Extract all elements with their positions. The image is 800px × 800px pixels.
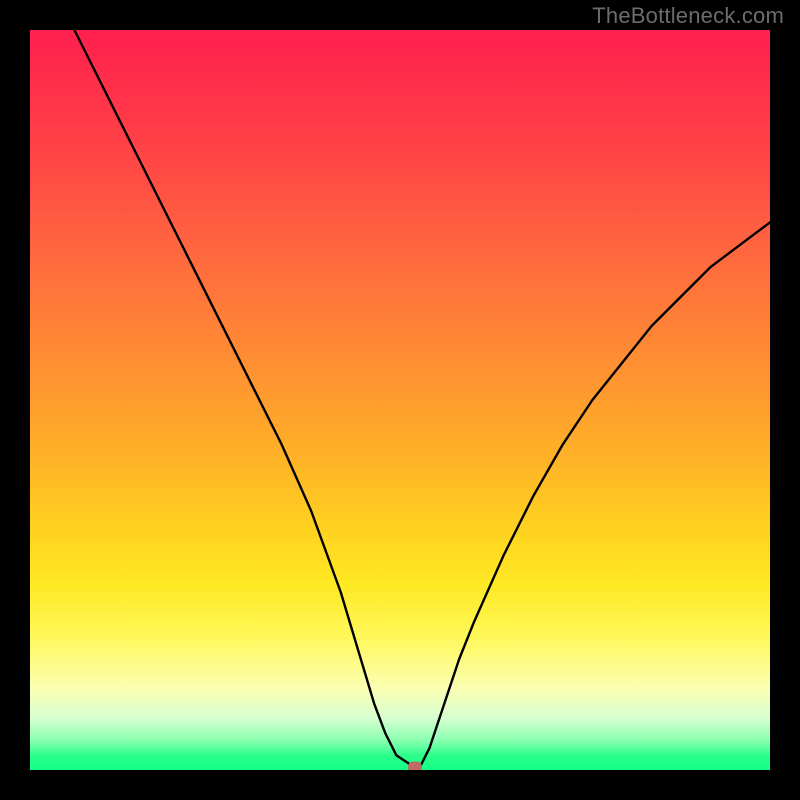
plot-area — [30, 30, 770, 770]
bottleneck-marker — [408, 762, 422, 771]
watermark-text: TheBottleneck.com — [592, 3, 784, 29]
chart-outer-frame: TheBottleneck.com — [0, 0, 800, 800]
bottleneck-curve — [30, 30, 770, 770]
